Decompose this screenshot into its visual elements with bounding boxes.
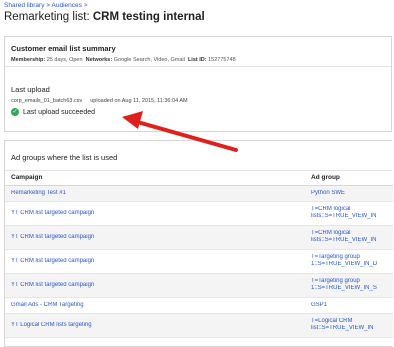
table-row: YT CRM list targeted campaign T=Targetin… xyxy=(5,249,393,274)
upload-status-text: Last upload succeeded xyxy=(23,108,95,116)
last-upload-section: Last upload corp_emails_01_batch63.csv up… xyxy=(5,67,391,116)
ad-groups-table: Campaign Ad group Remarketing Test #1 Py… xyxy=(5,171,393,338)
breadcrumb-separator: > xyxy=(46,2,51,9)
campaign-link[interactable]: YT CRM list targeted campaign xyxy=(11,258,299,265)
networks-label: Networks: xyxy=(85,57,113,63)
campaign-link[interactable]: YT CRM list targeted campaign xyxy=(11,210,299,217)
table-row: YT CRM list targeted campaign T=Targetin… xyxy=(5,273,393,298)
list-summary-panel: Customer email list summary Membership: … xyxy=(4,36,392,132)
table-row: YT CRM list targeted campaign T=CRM logi… xyxy=(5,201,393,226)
page-title-prefix: Remarketing list: xyxy=(4,11,93,23)
breadcrumb-separator: > xyxy=(83,2,88,9)
campaign-link[interactable]: Gmail Ads - CRM Targeting xyxy=(11,302,299,309)
breadcrumb-shared-library[interactable]: Shared library xyxy=(4,2,44,9)
ad-groups-panel: Ad groups where the list is used Campaig… xyxy=(4,140,393,347)
summary-meta: Membership: 25 days, Open Networks: Goog… xyxy=(11,57,385,63)
ad-group-link[interactable]: T=CRM logical xyxy=(311,206,387,213)
ad-group-link-line2[interactable]: lists::S=TRUE_VIEW_IN xyxy=(311,237,387,244)
list-id-label: List ID: xyxy=(187,57,207,63)
summary-header: Customer email list summary Membership: … xyxy=(5,37,391,67)
list-name: CRM testing internal xyxy=(92,11,205,23)
list-id-value: 152775748 xyxy=(208,57,236,63)
campaign-link[interactable]: YT CRM list targeted campaign xyxy=(11,234,299,241)
summary-heading: Customer email list summary xyxy=(11,44,116,53)
upload-status: ✓ Last upload succeeded xyxy=(11,108,385,116)
column-header-campaign[interactable]: Campaign xyxy=(5,171,305,186)
ad-group-link[interactable]: T=Targeting group xyxy=(311,278,387,285)
page-title: Remarketing list: CRM testing internal xyxy=(4,11,205,23)
ad-group-link[interactable]: GSP1 xyxy=(311,302,387,309)
ad-group-link[interactable]: Python SWE xyxy=(311,190,387,197)
table-header-row: Campaign Ad group xyxy=(5,171,393,186)
upload-file-info: corp_emails_01_batch63.csv uploaded on Au… xyxy=(11,98,385,104)
breadcrumb: Shared library > Audiences > xyxy=(4,2,88,9)
membership-value: 25 days, Open xyxy=(46,57,83,63)
column-header-ad-group[interactable]: Ad group xyxy=(305,171,393,186)
last-upload-heading: Last upload xyxy=(11,85,50,94)
ad-group-link[interactable]: T=Logical CRM xyxy=(311,318,387,325)
check-circle-icon: ✓ xyxy=(11,108,19,116)
ad-groups-heading: Ad groups where the list is used xyxy=(5,141,392,171)
campaign-link[interactable]: Remarketing Test #1 xyxy=(11,190,299,197)
ad-group-link-line2[interactable]: 1::S=TRUE_VIEW_IN_S xyxy=(311,285,387,292)
membership-label: Membership: xyxy=(11,57,46,63)
ad-group-link[interactable]: T=Targeting group xyxy=(311,254,387,261)
table-row: Remarketing Test #1 Python SWE xyxy=(5,185,393,202)
table-row: Gmail Ads - CRM Targeting GSP1 xyxy=(5,297,393,314)
ad-group-link-line2[interactable]: 1::S=TRUE_VIEW_IN_D xyxy=(311,261,387,268)
ad-group-link-line2[interactable]: lists::S=TRUE_VIEW_IN xyxy=(311,213,387,220)
breadcrumb-audiences[interactable]: Audiences xyxy=(52,2,82,9)
ad-group-link[interactable]: T=CRM logical xyxy=(311,230,387,237)
networks-value: Google Search, Video, Gmail xyxy=(113,57,185,63)
campaign-link[interactable]: YT Logical CRM lists targeting xyxy=(11,322,299,329)
table-row: YT Logical CRM lists targeting T=Logical… xyxy=(5,313,393,338)
table-row: YT CRM list targeted campaign T=CRM logi… xyxy=(5,225,393,250)
campaign-link[interactable]: YT CRM list targeted campaign xyxy=(11,282,299,289)
upload-filename: corp_emails_01_batch63.csv xyxy=(11,98,83,104)
upload-date: uploaded on Aug 11, 2015, 11:36:04 AM xyxy=(90,98,188,104)
ad-group-link-line2[interactable]: list::S=TRUE_VIEW_IN xyxy=(311,325,387,332)
